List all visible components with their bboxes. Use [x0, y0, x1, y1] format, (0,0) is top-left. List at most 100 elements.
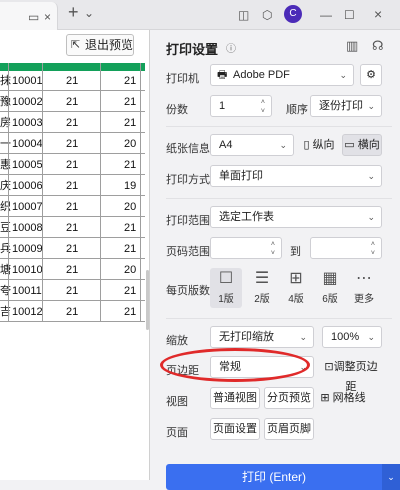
table-cell: 21	[66, 285, 79, 297]
col-divider	[140, 63, 141, 321]
print-button[interactable]: 打印 (Enter)	[166, 464, 382, 490]
print-settings-panel: 打印设置 ⓘ ▥ ☊ 打印机 🖶 Adobe PDF ⌄ ⚙ 份数 1 ˄ ˅ 顺…	[156, 30, 400, 490]
layout-toggle-icon[interactable]: ▥	[346, 38, 358, 54]
minimize-icon[interactable]: —	[320, 7, 332, 23]
table-row: 一 10004 21 20	[0, 134, 145, 154]
chevron-down-icon: ⌄	[367, 101, 375, 111]
chevron-down-icon: ⌄	[339, 70, 347, 80]
adjust-margin-button[interactable]: ⊡调整页边距	[318, 356, 384, 393]
stepper-arrows-icon[interactable]: ˄ ˅	[271, 240, 275, 258]
portrait-icon: ▯	[303, 139, 310, 151]
copies-stepper[interactable]: 1 ˄ ˅	[210, 95, 272, 117]
table-cell: 21	[124, 306, 137, 318]
print-options-chevron[interactable]: ⌄	[382, 464, 400, 490]
table-row: 吉 10012 21 21	[0, 302, 145, 322]
print-range-value: 选定工作表	[219, 211, 274, 223]
stepper-arrows-icon[interactable]: ˄ ˅	[261, 98, 265, 116]
close-icon[interactable]: ×	[374, 6, 382, 22]
table-cell: 21	[124, 243, 137, 255]
table-cell: 21	[66, 243, 79, 255]
maximize-icon[interactable]: ☐	[344, 7, 355, 23]
preview-toolbar: ⇱ 退出预览	[0, 30, 149, 60]
table-cell: 21	[66, 138, 79, 150]
print-mode-value: 单面打印	[219, 170, 263, 182]
layout-option-4[interactable]: ⊞ 4版	[280, 268, 312, 308]
layout-option-2[interactable]: ☰ 2版	[246, 268, 278, 308]
exit-preview-label: 退出预览	[85, 38, 134, 52]
page-setup-label: 页面设置	[213, 423, 257, 435]
table-cell: 21	[66, 264, 79, 276]
print-range-select[interactable]: 选定工作表 ⌄	[210, 206, 382, 228]
table-cell: 10011	[12, 285, 42, 297]
panel-title: 打印设置	[166, 42, 219, 57]
tab-list-chevron-icon[interactable]: ⌄	[84, 5, 94, 21]
vertical-scrollbar[interactable]	[146, 270, 149, 330]
cube-icon[interactable]: ⬡	[262, 7, 272, 23]
col-divider	[8, 63, 9, 321]
table-row: 庆 10006 21 19	[0, 176, 145, 196]
chevron-down-icon: ⌄	[367, 332, 375, 342]
margin-value: 常规	[219, 361, 241, 373]
table-cell: 夸	[0, 285, 11, 297]
layout-option-more[interactable]: ⋯ 更多	[348, 268, 380, 308]
four-page-icon: ⊞	[289, 270, 303, 287]
table-cell: 10002	[12, 96, 43, 108]
portrait-button[interactable]: ▯ 纵向	[300, 134, 338, 156]
landscape-button[interactable]: ▭ 横向	[342, 134, 382, 156]
paper-select[interactable]: A4 ⌄	[210, 134, 294, 156]
header-row-fill	[0, 63, 145, 71]
page-range-label: 页码范围	[166, 246, 210, 258]
avatar[interactable]: C	[284, 5, 302, 23]
print-mode-select[interactable]: 单面打印 ⌄	[210, 165, 382, 187]
stepper-arrows-icon[interactable]: ˄ ˅	[371, 240, 375, 258]
layout-label: 4版	[288, 294, 304, 305]
table-cell: 塘	[0, 264, 11, 276]
divider	[166, 198, 392, 199]
layout-label: 2版	[254, 294, 270, 305]
gridlines-icon: ⊞	[320, 392, 330, 404]
page-to-input[interactable]: ˄ ˅	[310, 237, 382, 259]
table-cell: 抹	[0, 75, 11, 87]
new-tab-button[interactable]: +	[68, 3, 79, 21]
normal-view-label: 普通视图	[213, 392, 257, 404]
printer-settings-button[interactable]: ⚙	[360, 64, 382, 86]
table-cell: 21	[124, 117, 137, 129]
gridlines-toggle[interactable]: ⊞ 网格线	[318, 387, 368, 409]
headset-icon[interactable]: ☊	[372, 38, 384, 54]
print-button-label: 打印 (Enter)	[241, 470, 306, 484]
page-setup-button[interactable]: 页面设置	[210, 418, 260, 440]
table-row: 夸 10011 21 21	[0, 281, 145, 301]
printer-select[interactable]: 🖶 Adobe PDF ⌄	[210, 64, 354, 86]
monitor-icon[interactable]: ▭	[28, 9, 39, 25]
scale-select[interactable]: 无打印缩放 ⌄	[210, 326, 314, 348]
tab-close-icon[interactable]: ×	[44, 9, 51, 25]
table-row: 房 10003 21 21	[0, 113, 145, 133]
split-view-icon[interactable]: ◫	[238, 7, 249, 23]
document-tab[interactable]: ▭ ×	[0, 2, 58, 30]
table-row: 抹 10001 21 21	[0, 71, 145, 91]
exit-preview-button[interactable]: ⇱ 退出预览	[66, 34, 134, 56]
page-break-preview-button[interactable]: 分页预览	[264, 387, 314, 409]
table-row: 织 10007 21 20	[0, 197, 145, 217]
table-cell: 10012	[12, 306, 43, 318]
page-from-input[interactable]: ˄ ˅	[210, 237, 282, 259]
print-range-label: 打印范围	[166, 215, 210, 227]
zoom-select[interactable]: 100% ⌄	[322, 326, 382, 348]
top-bar: ▭ × + ⌄ ◫ ⬡ C — ☐ ×	[0, 0, 400, 30]
table-cell: 10010	[12, 264, 43, 276]
gridlines-label: 网格线	[332, 392, 366, 404]
table-cell: 织	[0, 201, 11, 213]
layout-option-6[interactable]: ▦ 6版	[314, 268, 346, 308]
table-cell: 一	[0, 138, 11, 150]
margin-select[interactable]: 常规 ⌄	[210, 356, 314, 378]
scale-value: 无打印缩放	[219, 331, 274, 343]
order-select[interactable]: 逐份打印 ⌄	[310, 95, 382, 117]
paper-label: 纸张信息	[166, 143, 210, 155]
normal-view-button[interactable]: 普通视图	[210, 387, 260, 409]
printer-icon: 🖶	[217, 69, 228, 81]
view-label: 视图	[166, 396, 188, 408]
table-cell: 吉	[0, 306, 11, 318]
header-footer-button[interactable]: 页眉页脚	[264, 418, 314, 440]
help-icon[interactable]: ⓘ	[226, 40, 236, 55]
layout-option-1[interactable]: ☐ 1版	[210, 268, 242, 308]
